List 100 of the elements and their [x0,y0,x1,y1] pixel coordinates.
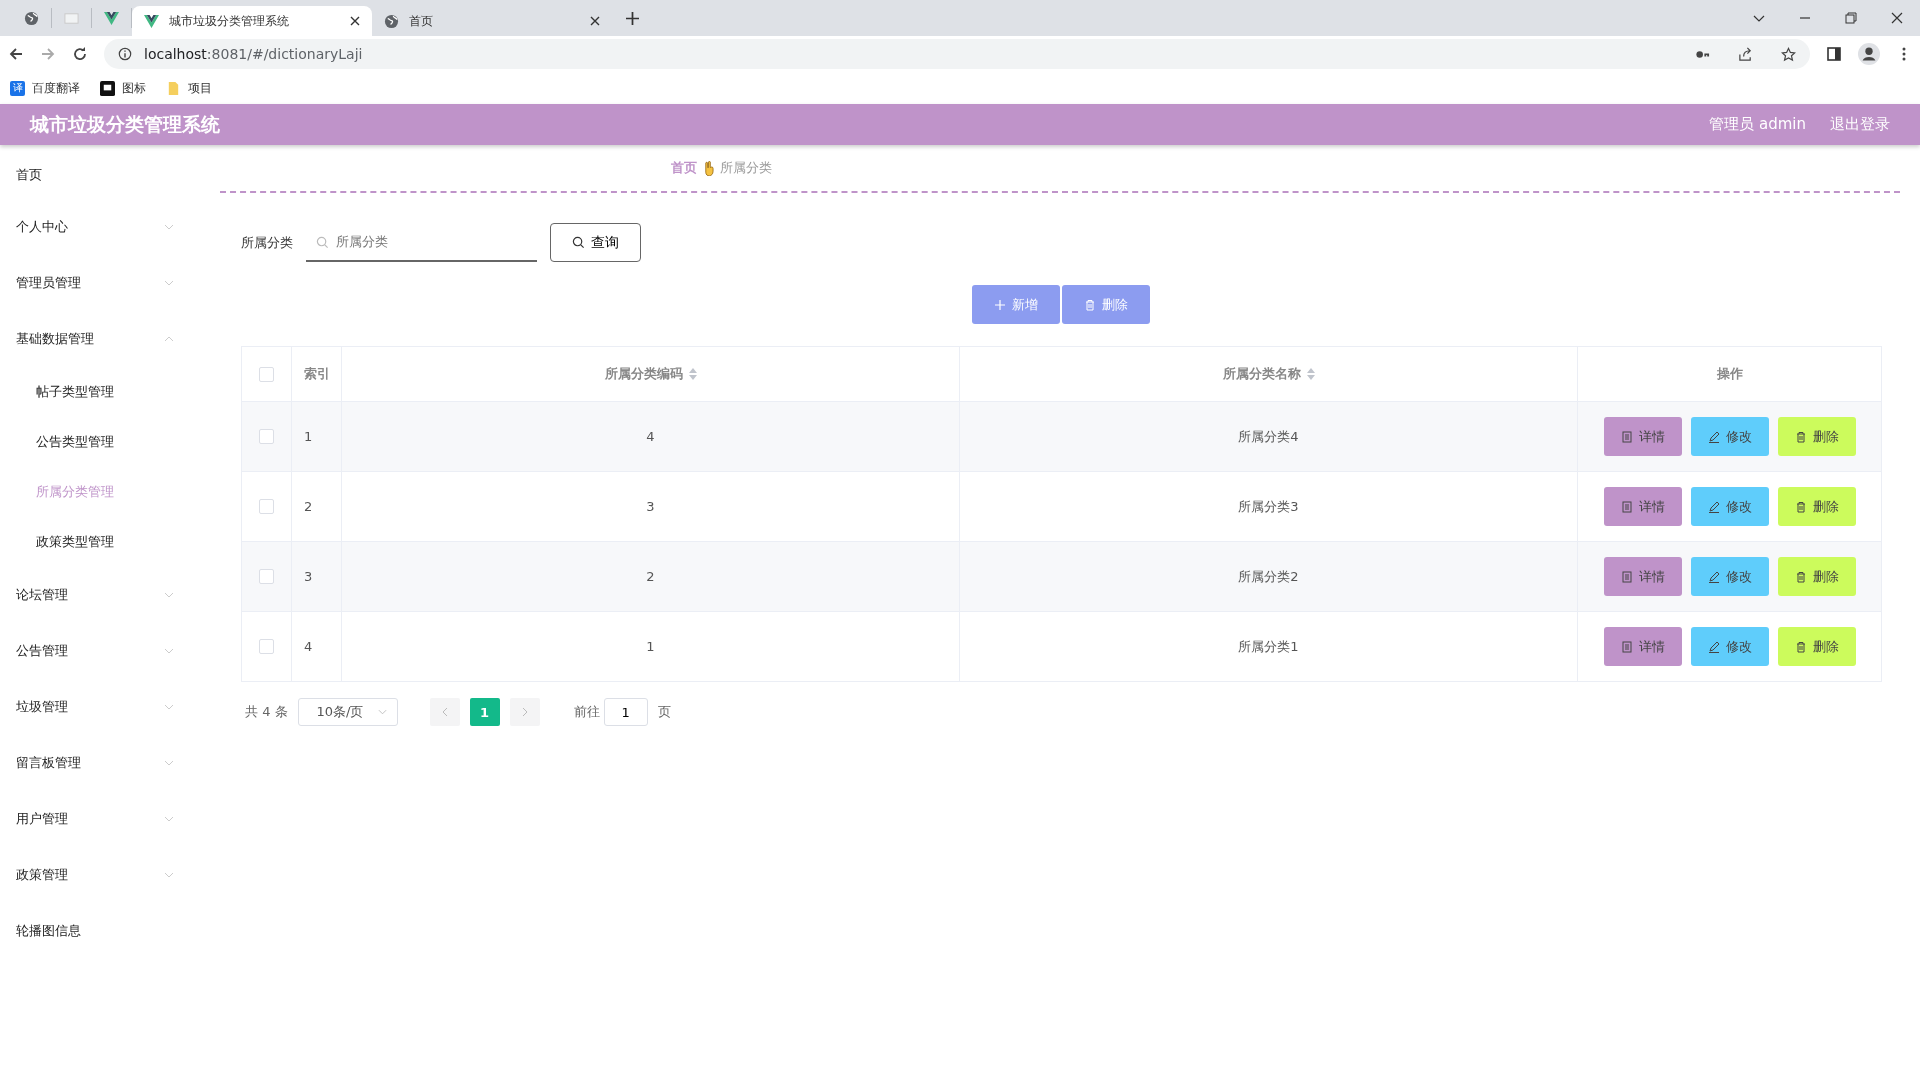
edit-button[interactable]: 修改 [1690,627,1769,666]
trash-icon [1794,430,1807,443]
table-cell: 2 [342,542,960,611]
edit-button[interactable]: 修改 [1690,557,1769,596]
translate-icon: 译 [10,80,25,96]
checkbox[interactable] [259,639,274,654]
chevron-down-icon [164,872,174,878]
globe-icon [24,10,39,26]
sidebar-item[interactable]: 政策管理 [0,847,190,903]
browser-tab[interactable]: 城市垃圾分类管理系统 [132,6,372,36]
profile-icon[interactable] [1858,43,1880,65]
chevron-left-icon [441,707,448,717]
share-icon[interactable] [1738,46,1753,62]
page-size-select[interactable]: 10条/页 [297,698,398,726]
sidebar-item[interactable]: 管理员管理 [0,255,190,311]
detail-button[interactable]: 详情 [1603,487,1682,526]
checkbox[interactable] [259,366,274,382]
chevron-down-icon [164,280,174,286]
back-icon[interactable] [8,46,24,62]
document-icon [1620,500,1633,513]
page-input[interactable]: 1 [603,698,648,726]
address-bar[interactable]: localhost:8081/#/dictionaryLaji [104,39,1810,69]
search-icon [316,236,329,249]
table-cell: 所属分类1 [960,612,1578,681]
chevron-down-icon [164,648,174,654]
sidebar-item[interactable]: 垃圾管理 [0,679,190,735]
chevron-down-icon [164,224,174,230]
search-field[interactable]: 所属分类 [306,223,537,262]
sidebar-subitem[interactable]: 帖子类型管理 [0,367,190,417]
chevron-down-icon [377,709,387,715]
trash-icon [1083,298,1096,311]
flag-icon [100,80,115,96]
sidebar-subitem[interactable]: 政策类型管理 [0,517,190,567]
bookmark[interactable]: 项目 [166,79,212,97]
edit-button[interactable]: 修改 [1690,487,1769,526]
trash-icon [1794,640,1807,653]
goto-label: 前往 [573,703,600,721]
bookmark[interactable]: 图标 [100,79,146,97]
close-icon[interactable] [590,16,600,26]
plus-icon [993,298,1006,311]
trash-icon [1794,500,1807,513]
total-count: 共 4 条 [245,703,288,721]
sidebar-item[interactable]: 留言板管理 [0,735,190,791]
detail-button[interactable]: 详情 [1603,557,1682,596]
new-tab-icon[interactable] [626,11,639,25]
delete-button[interactable]: 删除 [1777,627,1856,666]
chevron-right-icon [521,707,528,717]
sidebar-item[interactable]: 公告管理 [0,623,190,679]
document-icon [1620,570,1633,583]
sidebar-item[interactable]: 用户管理 [0,791,190,847]
delete-button[interactable]: 删除 [1777,417,1856,456]
tab-title: 城市垃圾分类管理系统 [169,12,290,30]
side-panel-icon[interactable] [1826,46,1842,62]
sidebar-item[interactable]: 轮播图信息 [0,903,190,959]
table-cell: 所属分类4 [960,402,1578,471]
sidebar-item[interactable]: 个人中心 [0,199,190,255]
close-icon[interactable] [1891,12,1903,24]
chevron-down-icon [164,816,174,822]
globe-icon [384,13,399,29]
star-icon[interactable] [1781,46,1796,62]
bookmark[interactable]: 译 百度翻译 [10,79,80,97]
trash-icon [1794,570,1807,583]
chevron-down-icon [164,592,174,598]
page-icon [64,10,79,26]
checkbox[interactable] [259,499,274,514]
close-icon[interactable] [350,16,360,26]
page-suffix: 页 [657,703,671,721]
delete-button[interactable]: 删除 [1777,487,1856,526]
delete-button[interactable]: 删除 [1777,557,1856,596]
search-button[interactable]: 查询 [550,223,641,262]
user-label: 管理员 admin [1709,115,1806,134]
chevron-down-icon [164,760,174,766]
checkbox[interactable] [259,569,274,584]
v-logo-icon [104,10,119,26]
sidebar-item[interactable]: 论坛管理 [0,567,190,623]
sidebar-item[interactable]: 基础数据管理 [0,311,190,367]
reload-icon[interactable] [72,46,88,62]
edit-button[interactable]: 修改 [1690,417,1769,456]
app-title: 城市垃圾分类管理系统 [30,111,220,137]
checkbox[interactable] [259,429,274,444]
document-icon [1620,430,1633,443]
table-cell: 所属分类2 [960,542,1578,611]
detail-button[interactable]: 详情 [1603,627,1682,666]
pencil-icon [1707,640,1720,653]
v-logo-icon [144,13,159,29]
search-icon [572,236,585,249]
table-cell: 3 [292,542,342,611]
tab-title: 首页 [409,12,434,30]
sidebar-item[interactable]: 首页 [0,151,190,199]
document-icon [1620,640,1633,653]
folder-icon [166,80,181,96]
detail-button[interactable]: 详情 [1603,417,1682,456]
restore-icon[interactable] [1845,12,1857,24]
pencil-icon [1707,570,1720,583]
browser-tab[interactable]: 首页 [372,6,612,36]
table-cell: 1 [292,402,342,471]
info-icon [118,47,132,61]
table-cell: 1 [342,612,960,681]
pencil-icon [1707,430,1720,443]
sidebar-subitem[interactable]: 公告类型管理 [0,417,190,467]
